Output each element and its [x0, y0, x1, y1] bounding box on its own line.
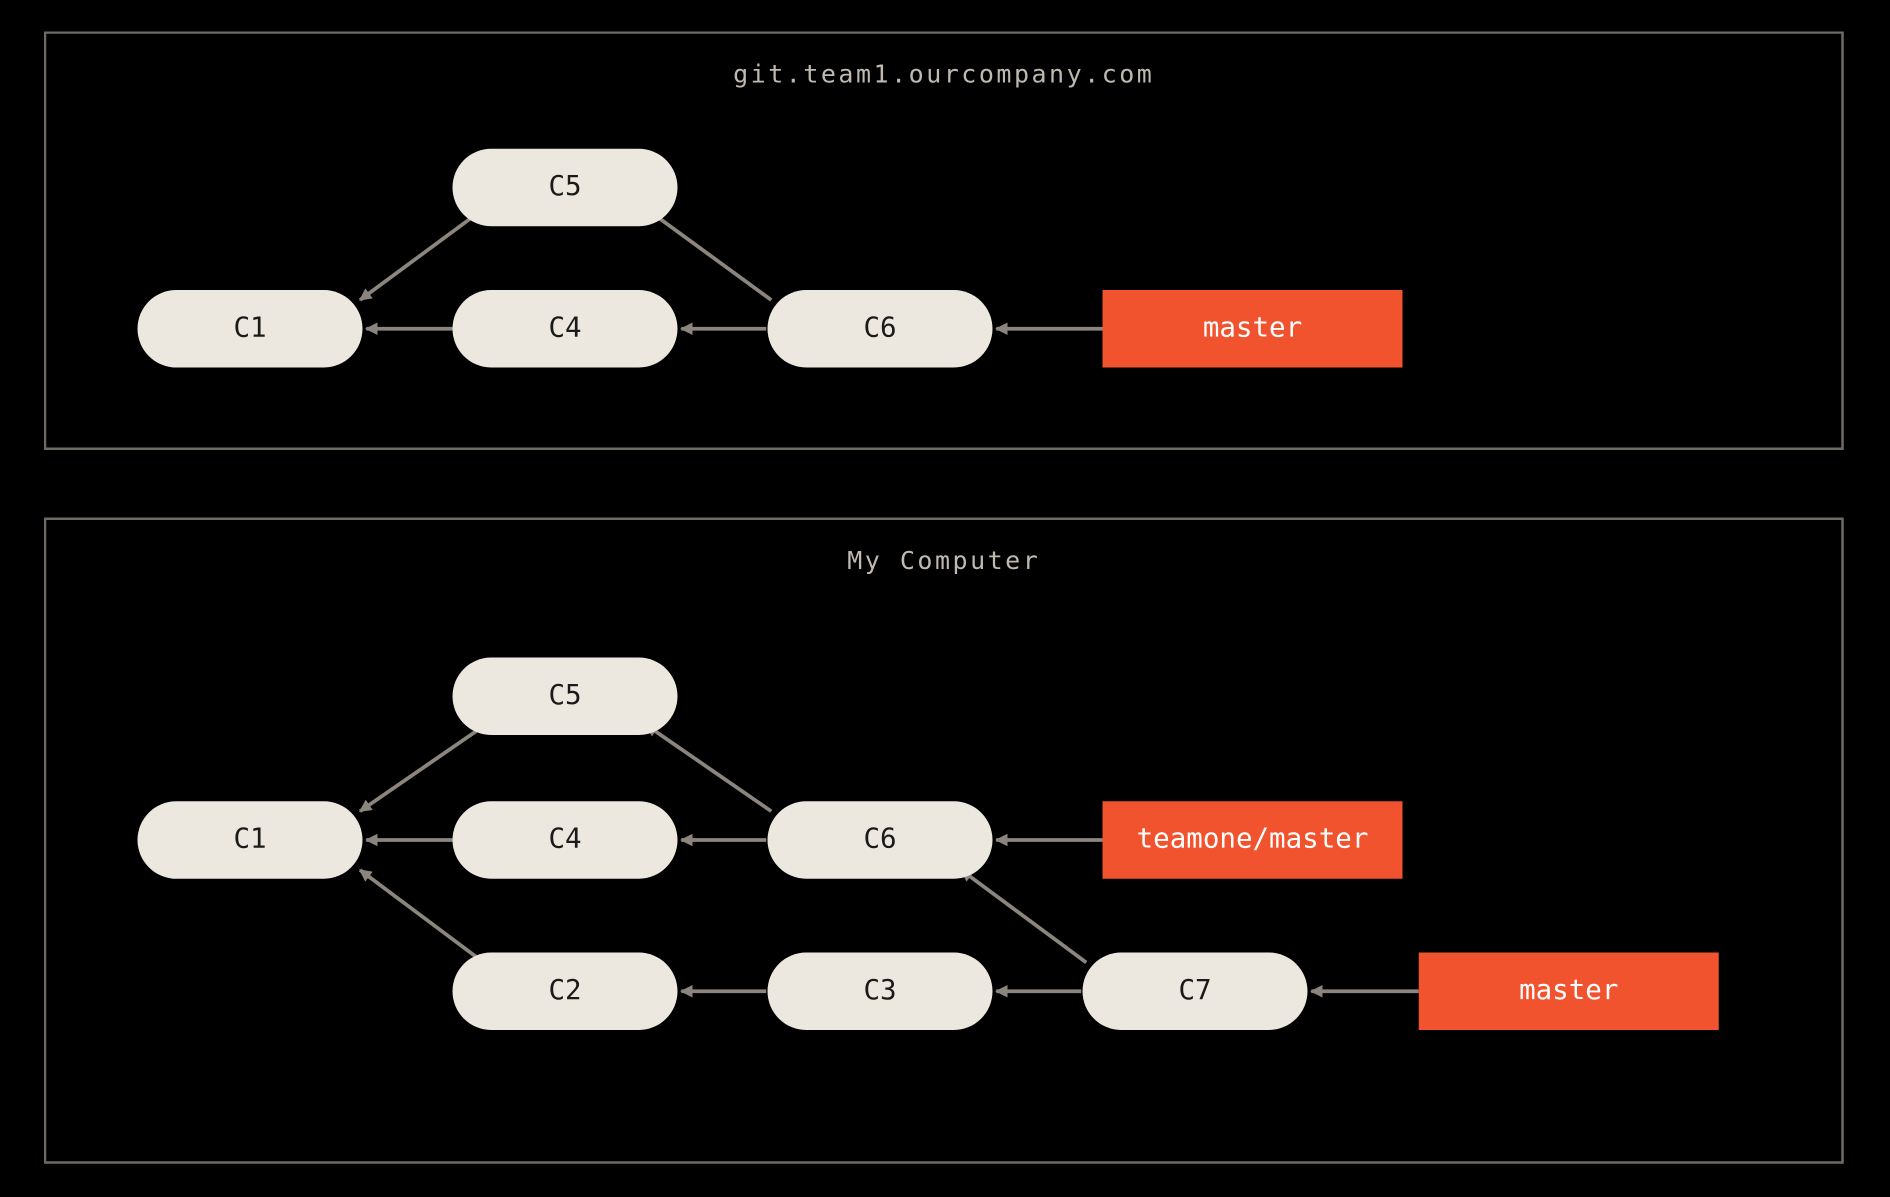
branch-master: master	[1419, 953, 1719, 1031]
panel-local-title: My Computer	[46, 545, 1841, 575]
commit-c6: C6	[768, 801, 993, 879]
panel-remote: git.team1.ourcompany.com C1	[44, 31, 1844, 450]
commit-c6: C6	[768, 290, 993, 368]
commit-c1: C1	[138, 801, 363, 879]
commit-c4: C4	[453, 801, 678, 879]
commit-c4: C4	[453, 290, 678, 368]
branch-teamone-master: teamone/master	[1103, 801, 1403, 879]
panel-remote-arrows	[46, 34, 1846, 453]
panel-local: My Computer	[44, 518, 1844, 1164]
commit-c7: C7	[1083, 953, 1308, 1031]
diagram-page: git.team1.ourcompany.com C1	[0, 0, 1890, 1197]
commit-c1: C1	[138, 290, 363, 368]
commit-c5: C5	[453, 658, 678, 736]
panel-remote-title: git.team1.ourcompany.com	[46, 59, 1841, 89]
branch-master: master	[1103, 290, 1403, 368]
commit-c3: C3	[768, 953, 993, 1031]
commit-c2: C2	[453, 953, 678, 1031]
commit-c5: C5	[453, 149, 678, 227]
